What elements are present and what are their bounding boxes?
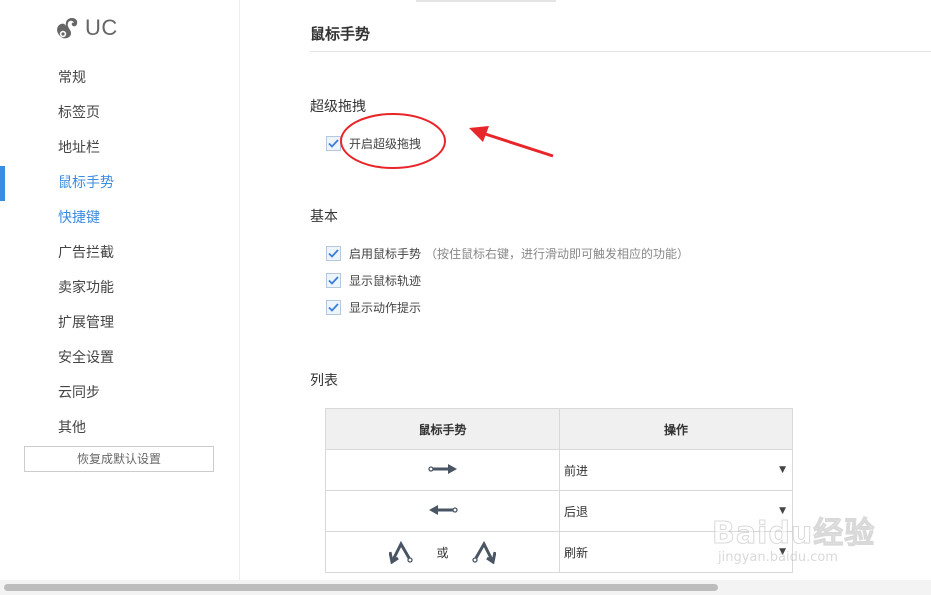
watermark: Baidu经验 jingyan.baidu.com	[712, 508, 882, 570]
scrollbar-thumb[interactable]	[4, 584, 718, 591]
checkmark-icon	[328, 302, 339, 312]
page-title: 鼠标手势	[310, 25, 371, 43]
left-arrow-gesture-icon	[428, 504, 458, 515]
up-down-gesture-icon	[472, 540, 497, 565]
action-value: 后退	[564, 504, 589, 519]
show-trail-row[interactable]: 显示鼠标轨迹	[326, 271, 421, 289]
show-hint-checkbox[interactable]	[326, 299, 341, 315]
gesture-cell: 或	[325, 531, 560, 573]
enable-gesture-hint: （按住鼠标右键，进行滑动即可触发相应的功能）	[425, 246, 690, 261]
annotation-arrow-icon	[469, 126, 554, 158]
show-trail-checkbox[interactable]	[326, 272, 341, 288]
column-header-action: 操作	[559, 408, 793, 450]
watermark-url: jingyan.baidu.com	[718, 550, 838, 565]
gesture-cell	[325, 449, 560, 491]
table-header-row: 鼠标手势 操作	[325, 408, 793, 450]
action-value: 前进	[564, 463, 589, 478]
show-hint-row[interactable]: 显示动作提示	[326, 298, 421, 316]
show-trail-label: 显示鼠标轨迹	[349, 273, 422, 288]
horizontal-scrollbar[interactable]	[0, 580, 931, 595]
sidebar-item-security[interactable]: 安全设置	[0, 341, 240, 376]
sidebar: UC 常规 标签页 地址栏 鼠标手势 快捷键 广告拦截 卖家功能 扩展管理 安全…	[0, 0, 240, 580]
uc-logo: UC	[54, 14, 118, 42]
squirrel-logo-icon	[57, 18, 78, 39]
sidebar-item-address-bar[interactable]: 地址栏	[0, 131, 240, 166]
enable-gesture-checkbox[interactable]	[326, 245, 341, 261]
sidebar-item-cloud-sync[interactable]: 云同步	[0, 376, 240, 411]
section-title-basic: 基本	[310, 209, 338, 225]
sidebar-item-other[interactable]: 其他	[0, 411, 240, 446]
top-tab-edge	[416, 0, 556, 2]
annotation-circle	[340, 113, 446, 169]
checkmark-icon	[328, 275, 339, 285]
logo-text: UC	[85, 15, 118, 40]
column-header-gesture: 鼠标手势	[325, 408, 560, 450]
sidebar-item-ad-block[interactable]: 广告拦截	[0, 236, 240, 271]
sidebar-item-mouse-gestures[interactable]: 鼠标手势	[0, 166, 240, 201]
settings-nav: 常规 标签页 地址栏 鼠标手势 快捷键 广告拦截 卖家功能 扩展管理 安全设置 …	[0, 61, 240, 446]
sidebar-item-shortcuts[interactable]: 快捷键	[0, 201, 240, 236]
action-value: 刷新	[564, 545, 589, 560]
up-down-gesture-icon	[388, 540, 413, 565]
checkmark-icon	[328, 248, 339, 258]
gesture-cell	[325, 490, 560, 532]
sidebar-item-general[interactable]: 常规	[0, 61, 240, 96]
or-text: 或	[436, 545, 449, 560]
table-row: 前进 ▼	[325, 449, 793, 491]
sidebar-item-tabs[interactable]: 标签页	[0, 96, 240, 131]
sidebar-item-seller-tools[interactable]: 卖家功能	[0, 271, 240, 306]
enable-gesture-label: 启用鼠标手势	[349, 246, 422, 261]
action-select[interactable]: 前进 ▼	[559, 449, 793, 491]
dropdown-caret-icon: ▼	[779, 465, 786, 475]
show-hint-label: 显示动作提示	[349, 300, 422, 315]
watermark-brand: Baidu经验	[712, 516, 876, 552]
sidebar-item-extensions[interactable]: 扩展管理	[0, 306, 240, 341]
title-divider	[310, 51, 931, 52]
right-arrow-gesture-icon	[427, 463, 457, 474]
section-title-list: 列表	[310, 373, 338, 389]
enable-gesture-row[interactable]: 启用鼠标手势 （按住鼠标右键，进行滑动即可触发相应的功能）	[326, 244, 689, 262]
reset-defaults-button[interactable]: 恢复成默认设置	[24, 446, 214, 472]
